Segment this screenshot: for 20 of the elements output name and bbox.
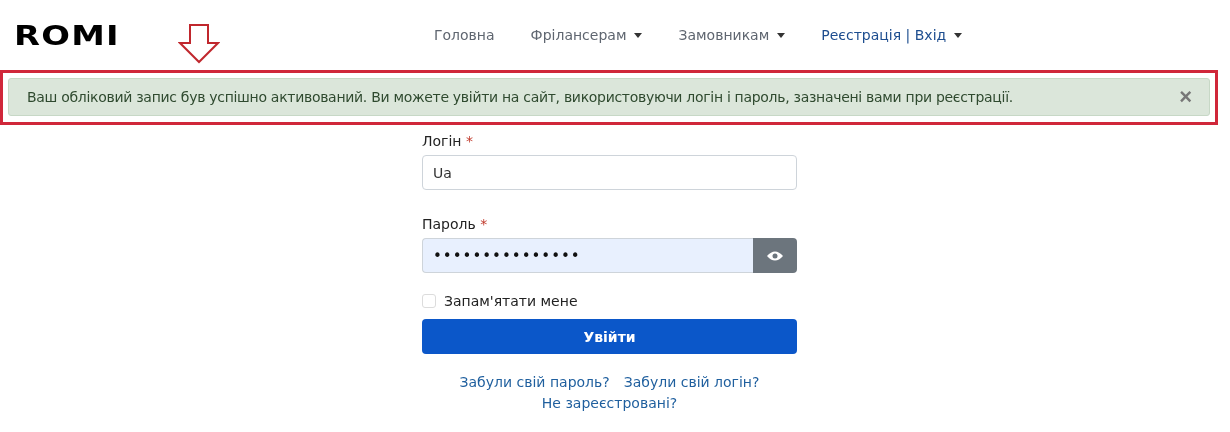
password-field[interactable]: •••••••••••••••: [422, 238, 753, 273]
eye-icon: [766, 249, 784, 262]
nav-link[interactable]: Замовникам: [660, 27, 804, 43]
nav-link[interactable]: Реєстрація | Вхід: [803, 27, 981, 43]
login-button[interactable]: Увійти: [422, 319, 797, 354]
logo[interactable]: ROMI: [14, 19, 202, 51]
help-link[interactable]: Не зареєстровані?: [541, 395, 678, 411]
nav-link[interactable]: Фрілансерам: [512, 27, 661, 43]
down-arrow-icon: [178, 24, 220, 64]
nav-link[interactable]: Головна: [416, 27, 513, 43]
help-link[interactable]: Забули свій пароль?: [459, 374, 610, 390]
close-button[interactable]: ×: [1179, 86, 1192, 108]
show-password-button[interactable]: [753, 238, 797, 273]
login-field[interactable]: Ua: [422, 155, 797, 190]
remember-checkbox[interactable]: [422, 294, 436, 308]
field-label: Логін *: [422, 133, 474, 151]
alert-message: Ваш обліковий запис був успішно активований. Ви можете увійти на сайт, використовуючи логін і пароль, зазначені вами при реєстрації.: [27, 89, 1013, 105]
help-link[interactable]: Забули свій логін?: [623, 374, 760, 390]
field-label: Пароль *: [422, 216, 489, 234]
checkbox-label: Запам'ятати мене: [444, 293, 578, 309]
